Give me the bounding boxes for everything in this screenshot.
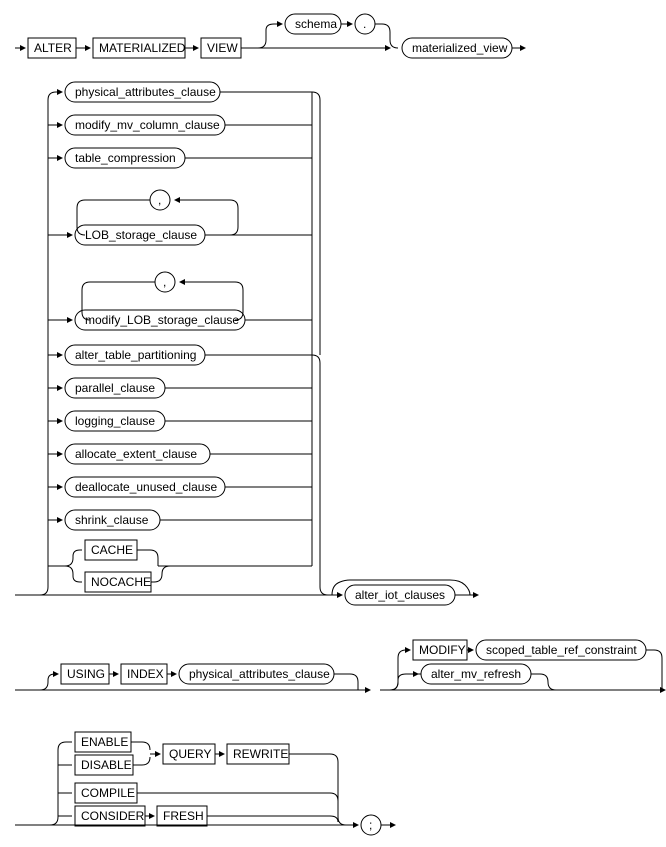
kw-modify: MODIFY <box>419 643 466 657</box>
nt-logging: logging_clause <box>75 414 155 428</box>
nt-alter-iot: alter_iot_clauses <box>355 588 445 602</box>
nt-scoped-constraint: scoped_table_ref_constraint <box>486 643 637 657</box>
semicolon: ; <box>369 818 372 832</box>
kw-query: QUERY <box>169 747 211 761</box>
dot: . <box>363 17 366 31</box>
kw-nocache: NOCACHE <box>91 575 151 589</box>
kw-rewrite: REWRITE <box>233 747 288 761</box>
nt-parallel: parallel_clause <box>75 381 155 395</box>
nt-phys-attr: physical_attributes_clause <box>75 85 216 99</box>
row4: ENABLE DISABLE QUERY REWRITE COMPILE CON… <box>15 732 395 835</box>
option-block: physical_attributes_clause modify_mv_col… <box>15 82 478 605</box>
nt-deallocate-unused: deallocate_unused_clause <box>75 480 217 494</box>
comma-icon-2: , <box>163 275 166 289</box>
kw-consider: CONSIDER <box>81 809 145 823</box>
nt-allocate-extent: allocate_extent_clause <box>75 447 197 461</box>
kw-view: VIEW <box>207 41 238 55</box>
kw-cache: CACHE <box>91 543 133 557</box>
railroad-diagram: ALTER MATERIALIZED VIEW schema . materia… <box>10 10 666 837</box>
nt-modify-lob: modify_LOB_storage_clause <box>85 313 239 327</box>
kw-index: INDEX <box>127 667 164 681</box>
row1: ALTER MATERIALIZED VIEW schema . materia… <box>15 14 525 58</box>
kw-using: USING <box>67 667 105 681</box>
kw-compile: COMPILE <box>81 786 135 800</box>
kw-enable: ENABLE <box>81 735 128 749</box>
nt-table-compression: table_compression <box>75 151 176 165</box>
nt-mod-mv-col: modify_mv_column_clause <box>75 118 220 132</box>
nt-alter-mv-refresh: alter_mv_refresh <box>431 667 521 681</box>
row3: USING INDEX physical_attributes_clause M… <box>15 640 665 690</box>
comma-icon: , <box>158 193 161 207</box>
nt-alter-table-part: alter_table_partitioning <box>75 348 196 362</box>
nt-lob-storage: LOB_storage_clause <box>85 228 197 242</box>
kw-fresh: FRESH <box>163 809 204 823</box>
nt-shrink: shrink_clause <box>75 513 149 527</box>
nt-phys-attr-2: physical_attributes_clause <box>189 667 330 681</box>
nt-schema: schema <box>295 17 337 31</box>
nt-materialized-view: materialized_view <box>412 41 508 55</box>
kw-alter: ALTER <box>34 41 72 55</box>
kw-materialized: MATERIALIZED <box>99 41 186 55</box>
kw-disable: DISABLE <box>81 758 132 772</box>
